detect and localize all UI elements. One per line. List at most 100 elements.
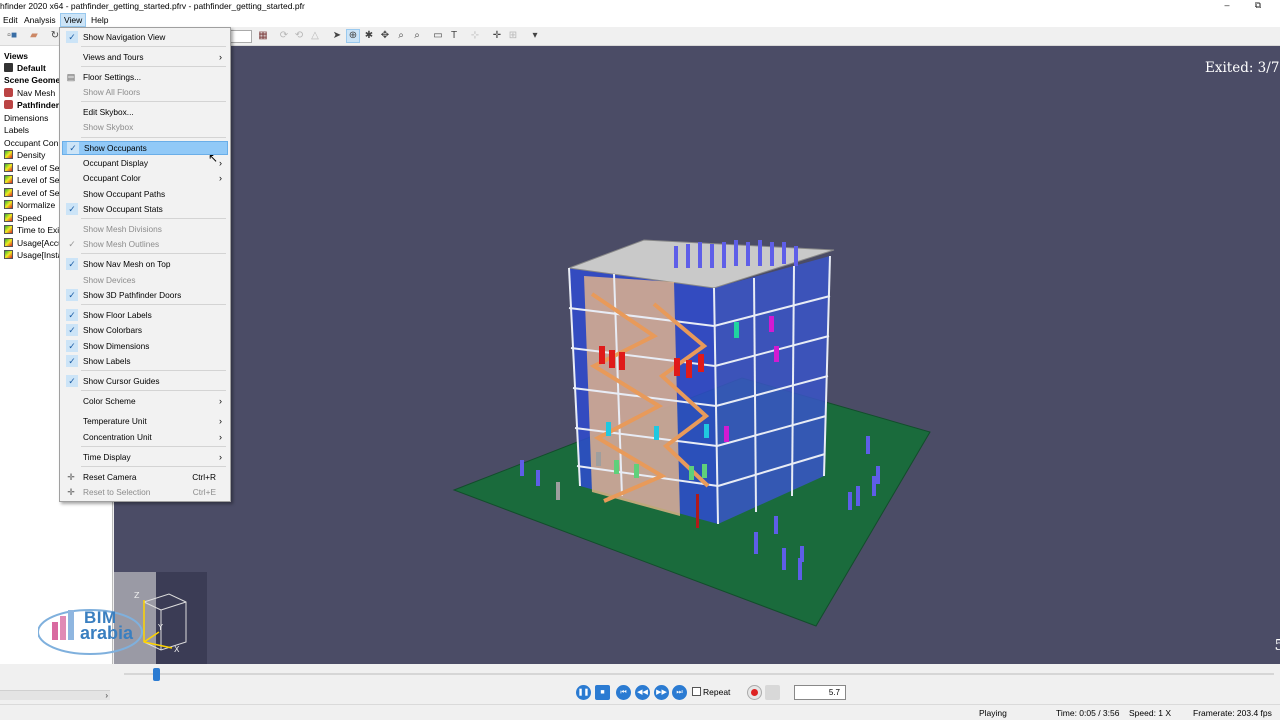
- menu-edit[interactable]: Edit: [0, 13, 21, 27]
- skip-to-end-button[interactable]: ⏭: [672, 685, 687, 700]
- step-forward-button[interactable]: ▶▶: [654, 685, 669, 700]
- orbit-mode-icon[interactable]: ⊕: [346, 29, 360, 43]
- roam-icon[interactable]: ✱: [362, 29, 376, 43]
- menu-item-show-occupant-paths[interactable]: Show Occupant Paths: [62, 187, 228, 201]
- menu-item-label: Show Mesh Outlines: [83, 239, 160, 249]
- zoom-box-icon[interactable]: ⌕: [410, 29, 424, 43]
- title-bar: hfinder 2020 x64 - pathfinder_getting_st…: [0, 0, 1280, 13]
- tree-item[interactable]: Normalize: [4, 199, 55, 211]
- tree-item[interactable]: Usage[Insta: [4, 249, 62, 261]
- gradient-icon: [4, 175, 13, 184]
- scroll-right-icon[interactable]: ›: [105, 691, 108, 701]
- rotate-icon[interactable]: ⟲: [292, 29, 306, 43]
- reset-selection-icon: ✛: [67, 487, 75, 497]
- window-title: hfinder 2020 x64 - pathfinder_getting_st…: [0, 1, 305, 11]
- tree-item[interactable]: Density: [4, 149, 45, 161]
- record-stop-button[interactable]: [765, 685, 780, 700]
- tree-item[interactable]: Time to Exi: [4, 224, 59, 236]
- skip-to-start-button[interactable]: ⏮: [616, 685, 631, 700]
- playback-controls: ❚❚ ■ ⏮ ◀◀ ▶▶ ⏭ Repeat 5.7: [114, 684, 1280, 702]
- step-back-button[interactable]: ◀◀: [635, 685, 650, 700]
- pan-icon[interactable]: ✥: [378, 29, 392, 43]
- menu-item-floor-settings[interactable]: ▤ Floor Settings...: [62, 70, 228, 84]
- menu-item-show-cursor-guides[interactable]: ✓ Show Cursor Guides: [62, 374, 228, 388]
- measure-icon[interactable]: ▭: [431, 29, 445, 43]
- status-speed: Speed: 1 X: [1129, 708, 1172, 718]
- menu-item-show-occupant-stats[interactable]: ✓ Show Occupant Stats: [62, 202, 228, 216]
- menu-help[interactable]: Help: [88, 13, 111, 27]
- menu-item-show-labels[interactable]: ✓ Show Labels: [62, 354, 228, 368]
- tree-item-label: Nav Mesh: [17, 88, 56, 98]
- horizontal-scrollbar[interactable]: ›: [0, 690, 110, 700]
- menu-item-reset-camera[interactable]: ✛ Reset Camera Ctrl+R: [62, 470, 228, 484]
- tree-item[interactable]: Occupant Con: [4, 137, 58, 149]
- repeat-checkbox[interactable]: Repeat: [692, 687, 730, 697]
- stop-button[interactable]: ■: [595, 685, 610, 700]
- menu-item-show-3d-pathfinder-doors[interactable]: ✓ Show 3D Pathfinder Doors: [62, 288, 228, 302]
- menu-item-show-occupants[interactable]: ✓ Show Occupants: [62, 141, 228, 155]
- menu-item-temperature-unit[interactable]: Temperature Unit ›: [62, 414, 228, 428]
- menu-item-time-display[interactable]: Time Display ›: [62, 450, 228, 464]
- tree-item[interactable]: Speed: [4, 212, 42, 224]
- tree-item[interactable]: Scene Geometr: [4, 74, 66, 86]
- open-icon[interactable]: ▰: [27, 29, 41, 43]
- menu-item-show-colorbars[interactable]: ✓ Show Colorbars: [62, 323, 228, 337]
- menu-item-edit-skybox[interactable]: Edit Skybox...: [62, 105, 228, 119]
- menu-item-show-floor-labels[interactable]: ✓ Show Floor Labels: [62, 308, 228, 322]
- tree-item-label: Time to Exi: [17, 225, 60, 235]
- select-arrow-icon[interactable]: ➤: [330, 29, 344, 43]
- exited-counter: Exited: 3/79: [1205, 60, 1280, 76]
- minimize-button[interactable]: –: [1212, 0, 1242, 13]
- record-button[interactable]: [747, 685, 762, 700]
- tree-item-label: Level of Ser: [17, 175, 63, 185]
- menu-analysis[interactable]: Analysis: [21, 13, 59, 27]
- menu-item-show-navigation-view[interactable]: ✓ Show Navigation View: [62, 30, 228, 44]
- menu-item-views-and-tours[interactable]: Views and Tours ›: [62, 50, 228, 64]
- timeline-slider[interactable]: [114, 664, 1280, 684]
- tree-item[interactable]: Views: [4, 50, 28, 62]
- building-model: [452, 239, 931, 627]
- zoom-icon[interactable]: ⌕: [394, 29, 408, 43]
- comment-icon[interactable]: ▾: [528, 29, 542, 43]
- layout-icon[interactable]: ▦: [256, 29, 270, 43]
- timeline-track[interactable]: [124, 673, 1274, 675]
- menu-bar: Edit Analysis View Help: [0, 13, 1280, 27]
- menu-view[interactable]: View: [60, 13, 87, 27]
- tree-item[interactable]: Usage[Accu: [4, 237, 63, 249]
- menu-item-show-nav-mesh-on-top[interactable]: ✓ Show Nav Mesh on Top: [62, 257, 228, 271]
- text-tool-icon[interactable]: T: [447, 29, 461, 43]
- 3d-viewport[interactable]: Exited: 3/79 5 Z Y X: [114, 46, 1280, 664]
- menu-item-occupant-color[interactable]: Occupant Color ›: [62, 171, 228, 185]
- tree-item[interactable]: Nav Mesh: [4, 87, 55, 99]
- tree-item[interactable]: Labels: [4, 124, 29, 136]
- timeline-thumb[interactable]: [153, 668, 160, 681]
- crosshair-icon[interactable]: ✛: [490, 29, 504, 43]
- tree-item[interactable]: Level of Ser: [4, 174, 62, 186]
- menu-item-color-scheme[interactable]: Color Scheme ›: [62, 394, 228, 408]
- repeat-checkbox-box[interactable]: [692, 687, 701, 696]
- tree-item[interactable]: Dimensions: [4, 112, 48, 124]
- maximize-button[interactable]: ⧉: [1243, 0, 1273, 13]
- tree-item-label: Pathfinder: [17, 100, 60, 110]
- menu-item-show-dimensions[interactable]: ✓ Show Dimensions: [62, 339, 228, 353]
- checkmark-icon: ✓: [66, 340, 78, 352]
- menu-item-occupant-display[interactable]: Occupant Display ›: [62, 156, 228, 170]
- menu-item-label: Show Floor Labels: [83, 310, 152, 320]
- speed-input[interactable]: 5.7: [794, 685, 846, 700]
- tree-item[interactable]: Pathfinder: [4, 99, 59, 111]
- tree-item[interactable]: Default: [4, 62, 46, 74]
- grid-icon[interactable]: ⊞: [506, 29, 520, 43]
- fly-icon[interactable]: △: [308, 29, 322, 43]
- tree-item[interactable]: Level of Ser: [4, 162, 62, 174]
- save-icon[interactable]: ■: [7, 29, 21, 43]
- status-bar: Playing Time: 0:05 / 3:56 Speed: 1 X Fra…: [0, 704, 1280, 720]
- tree-item[interactable]: Level of Ser: [4, 187, 62, 199]
- pause-button[interactable]: ❚❚: [576, 685, 591, 700]
- view-combo[interactable]: [230, 30, 252, 43]
- tree-item-label: Usage[Accu: [17, 238, 63, 248]
- snap-icon[interactable]: ⊹: [468, 29, 482, 43]
- tree-item-label: Default: [17, 63, 46, 73]
- menu-item-show-mesh-outlines: ✓ Show Mesh Outlines: [62, 237, 228, 251]
- menu-item-concentration-unit[interactable]: Concentration Unit ›: [62, 430, 228, 444]
- orbit-icon[interactable]: ⟳: [277, 29, 291, 43]
